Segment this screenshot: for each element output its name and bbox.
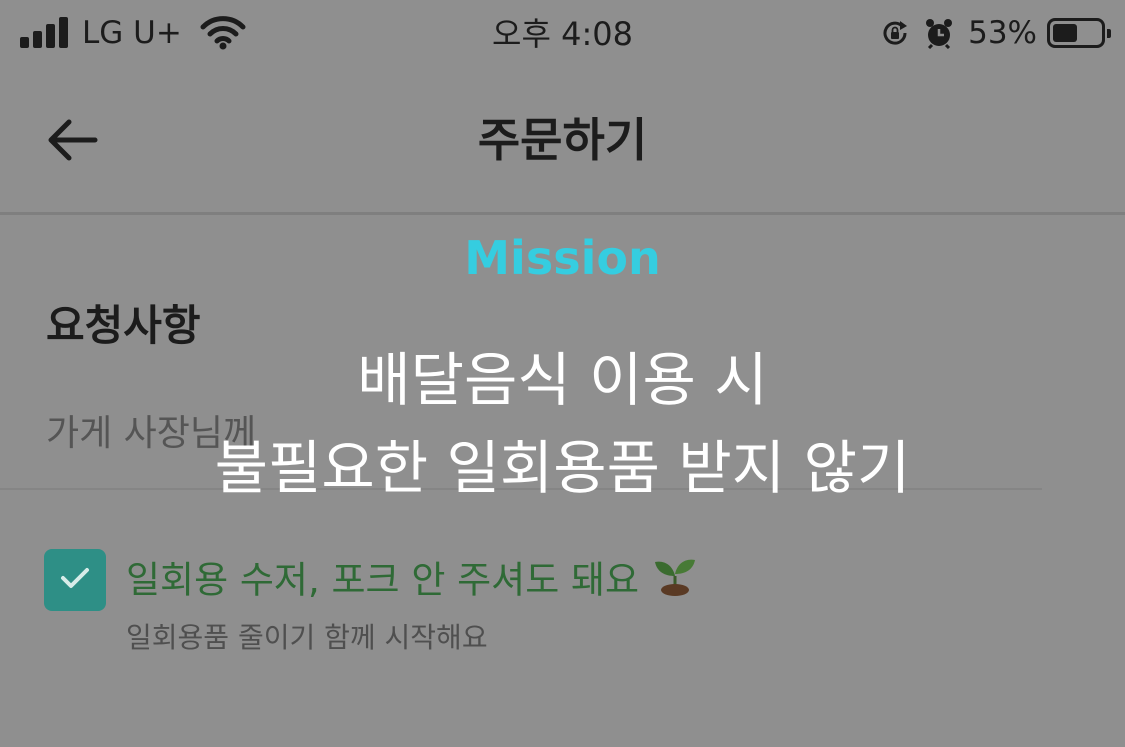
- alarm-clock-icon: [924, 17, 954, 49]
- no-utensils-checkbox[interactable]: [44, 549, 106, 611]
- no-utensils-label-text: 일회용 수저, 포크 안 주셔도 돼요: [126, 558, 640, 602]
- mission-tag: Mission: [464, 231, 661, 285]
- mission-text-line-2: 불필요한 일회용품 받지 않기: [214, 434, 911, 502]
- status-right-group: 53%: [880, 13, 1111, 53]
- sprout-icon: [651, 554, 699, 610]
- no-utensils-label[interactable]: 일회용 수저, 포크 안 주셔도 돼요: [126, 554, 699, 610]
- checkmark-icon: [59, 565, 91, 595]
- no-utensils-subtext: 일회용품 줄이기 함께 시작해요: [126, 621, 488, 654]
- mission-text-line-1: 배달음식 이용 시: [357, 346, 768, 414]
- status-bar: LG U+ 오후 4:08 53%: [0, 0, 1125, 72]
- page-title: 주문하기: [477, 113, 648, 167]
- rotation-lock-icon: [880, 18, 910, 48]
- app-header: 주문하기: [0, 72, 1125, 215]
- battery-percentage: 53%: [968, 15, 1037, 51]
- battery-icon: [1047, 18, 1111, 48]
